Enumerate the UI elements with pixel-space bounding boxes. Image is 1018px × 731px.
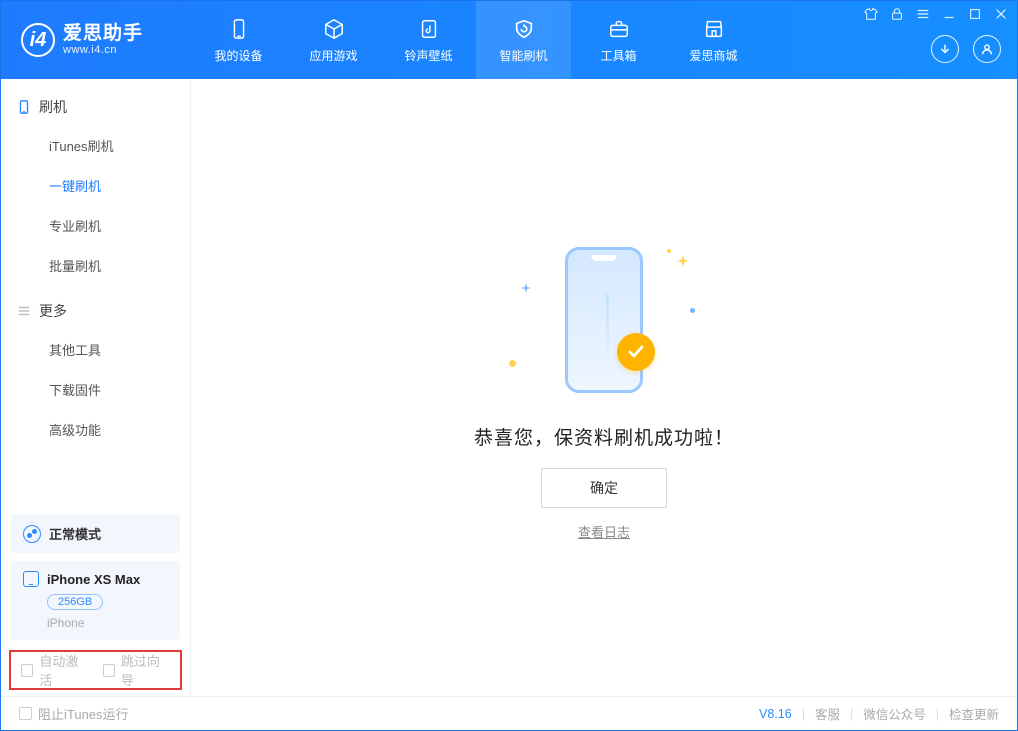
sparkle-icon <box>677 255 689 267</box>
skip-guide-checkbox[interactable]: 跳过向导 <box>103 651 171 689</box>
sparkle-icon <box>521 281 531 291</box>
checkbox-icon <box>103 664 115 677</box>
phone-icon <box>17 100 31 114</box>
mode-icon <box>23 525 41 543</box>
check-update-link[interactable]: 检查更新 <box>949 704 999 723</box>
sidebar-item-itunes-flash[interactable]: iTunes刷机 <box>1 127 190 167</box>
sidebar-item-batch-flash[interactable]: 批量刷机 <box>1 247 190 287</box>
user-icon[interactable] <box>973 35 1001 63</box>
view-log-link[interactable]: 查看日志 <box>578 522 630 541</box>
nav-toolbox[interactable]: 工具箱 <box>571 1 666 79</box>
app-window: i4 爱思助手 www.i4.cn 我的设备 应用游戏 <box>0 0 1018 731</box>
sidebar-item-advanced[interactable]: 高级功能 <box>1 411 190 451</box>
sidebar-item-download-firmware[interactable]: 下载固件 <box>1 371 190 411</box>
cube-icon <box>322 17 346 41</box>
storage-badge: 256GB <box>47 594 103 610</box>
nav-label: 爱思商城 <box>689 47 737 64</box>
brand: i4 爱思助手 www.i4.cn <box>1 1 191 79</box>
mode-card[interactable]: 正常模式 <box>11 514 180 553</box>
close-button[interactable] <box>993 7 1009 24</box>
maximize-button[interactable] <box>967 7 983 24</box>
tshirt-icon[interactable] <box>863 7 879 24</box>
checkbox-icon <box>21 664 33 677</box>
ok-button[interactable]: 确定 <box>541 468 667 508</box>
success-message: 恭喜您，保资料刷机成功啦！ <box>474 423 734 450</box>
sidebar: 刷机 iTunes刷机 一键刷机 专业刷机 批量刷机 更多 其他工具 下载固件 … <box>1 79 191 696</box>
nav-store[interactable]: 爱思商城 <box>666 1 761 79</box>
nav-label: 工具箱 <box>600 47 636 64</box>
menu-icon[interactable] <box>915 7 931 24</box>
brand-title: 爱思助手 <box>63 24 143 45</box>
success-illustration <box>489 235 719 405</box>
nav-label: 智能刷机 <box>499 47 547 64</box>
sidebar-group-title: 更多 <box>39 301 67 321</box>
brand-logo-icon: i4 <box>21 23 55 57</box>
mode-label: 正常模式 <box>49 524 101 543</box>
main-content: 恭喜您，保资料刷机成功啦！ 确定 查看日志 <box>191 79 1017 696</box>
lock-icon[interactable] <box>889 7 905 24</box>
nav-label: 铃声壁纸 <box>404 47 452 64</box>
nav-smart-flash[interactable]: 智能刷机 <box>476 1 571 79</box>
dot-icon <box>509 360 516 367</box>
device-name: iPhone XS Max <box>47 572 140 587</box>
music-file-icon <box>417 17 441 41</box>
sidebar-group-more[interactable]: 更多 <box>1 287 190 331</box>
header-right-icons <box>931 35 1001 63</box>
titlebar-controls <box>863 7 1009 24</box>
check-success-icon <box>617 333 655 371</box>
list-icon <box>17 304 31 318</box>
version-label: V8.16 <box>759 707 792 721</box>
nav-label: 应用游戏 <box>309 47 357 64</box>
support-link[interactable]: 客服 <box>815 704 840 723</box>
nav-apps-games[interactable]: 应用游戏 <box>286 1 381 79</box>
sidebar-item-one-click-flash[interactable]: 一键刷机 <box>1 167 190 207</box>
device-icon <box>227 17 251 41</box>
device-phone-icon <box>23 571 39 587</box>
dot-icon <box>690 308 695 313</box>
nav-my-device[interactable]: 我的设备 <box>191 1 286 79</box>
shop-icon <box>702 17 726 41</box>
status-bar: 阻止iTunes运行 V8.16 | 客服 | 微信公众号 | 检查更新 <box>1 696 1017 730</box>
device-card[interactable]: iPhone XS Max 256GB iPhone <box>11 561 180 640</box>
sidebar-group-flash[interactable]: 刷机 <box>1 83 190 127</box>
phone-illustration-icon <box>565 247 643 393</box>
device-type: iPhone <box>23 616 168 630</box>
skip-guide-label: 跳过向导 <box>121 651 170 689</box>
highlighted-options: 自动激活 跳过向导 <box>9 650 182 690</box>
auto-activate-label: 自动激活 <box>39 651 88 689</box>
checkbox-icon <box>19 707 32 720</box>
block-itunes-checkbox[interactable]: 阻止iTunes运行 <box>19 704 129 723</box>
refresh-shield-icon <box>512 17 536 41</box>
download-icon[interactable] <box>931 35 959 63</box>
sidebar-bottom: 正常模式 iPhone XS Max 256GB iPhone <box>1 504 190 650</box>
nav-label: 我的设备 <box>214 47 262 64</box>
briefcase-icon <box>607 17 631 41</box>
nav-ringtone-wallpaper[interactable]: 铃声壁纸 <box>381 1 476 79</box>
sidebar-group-title: 刷机 <box>39 97 67 117</box>
brand-subtitle: www.i4.cn <box>63 44 143 56</box>
sidebar-item-pro-flash[interactable]: 专业刷机 <box>1 207 190 247</box>
block-itunes-label: 阻止iTunes运行 <box>38 704 129 723</box>
auto-activate-checkbox[interactable]: 自动激活 <box>21 651 89 689</box>
dot-icon <box>667 249 671 253</box>
wechat-link[interactable]: 微信公众号 <box>863 704 926 723</box>
body: 刷机 iTunes刷机 一键刷机 专业刷机 批量刷机 更多 其他工具 下载固件 … <box>1 79 1017 696</box>
sidebar-item-other-tools[interactable]: 其他工具 <box>1 331 190 371</box>
minimize-button[interactable] <box>941 7 957 24</box>
header: i4 爱思助手 www.i4.cn 我的设备 应用游戏 <box>1 1 1017 79</box>
